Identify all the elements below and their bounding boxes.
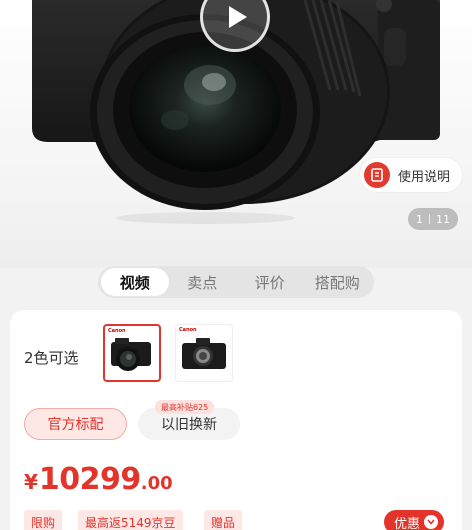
product-image-gallery[interactable]: 使用说明 1 11 [0, 0, 472, 268]
user-manual-button[interactable]: 使用说明 [360, 158, 463, 192]
tab-bundles[interactable]: 搭配购 [304, 268, 372, 296]
coupon-button[interactable]: 优惠 [384, 510, 445, 530]
product-price: ¥ 10299 .00 [24, 462, 173, 497]
tag-gift[interactable]: 赠品 [204, 510, 243, 530]
chevron-down-icon [424, 515, 439, 529]
price-currency: ¥ [24, 470, 38, 494]
camera-body-thumbnail [182, 338, 226, 369]
tab-reviews[interactable]: 评价 [236, 268, 304, 296]
thumbnail-brand: Canon [108, 328, 126, 334]
trade-in-subsidy-badge: 最高补贴625 [155, 400, 215, 414]
color-option-camera-body[interactable]: Canon [175, 324, 233, 382]
content-tabs: 视频 卖点 评价 搭配购 [98, 266, 374, 298]
user-manual-label: 使用说明 [398, 169, 451, 185]
tag-purchase-limit[interactable]: 限购 [24, 510, 63, 530]
tag-jingdou-rebate[interactable]: 最高返5149京豆 [78, 510, 183, 530]
color-count-label: 2色可选 [24, 349, 79, 367]
pager-current: 1 [416, 212, 423, 226]
tab-selling-points[interactable]: 卖点 [169, 268, 237, 296]
play-icon [229, 6, 247, 28]
product-info-card: 2色可选 Canon Canon 官方标配 以旧换新 最高补贴625 ¥ 102… [10, 310, 462, 530]
price-decimal: .00 [140, 473, 173, 494]
coupon-label: 优惠 [394, 516, 421, 530]
price-integer: 10299 [38, 462, 141, 497]
tab-video[interactable]: 视频 [101, 268, 169, 296]
pager-total: 11 [436, 212, 450, 226]
manual-icon [364, 162, 390, 188]
color-option-camera-with-lens[interactable]: Canon [103, 324, 161, 382]
camera-with-lens-thumbnail [111, 338, 151, 371]
pager-divider [429, 214, 430, 224]
image-pager: 1 11 [408, 208, 458, 230]
thumbnail-brand: Canon [179, 327, 197, 333]
option-official-standard[interactable]: 官方标配 [24, 408, 127, 440]
